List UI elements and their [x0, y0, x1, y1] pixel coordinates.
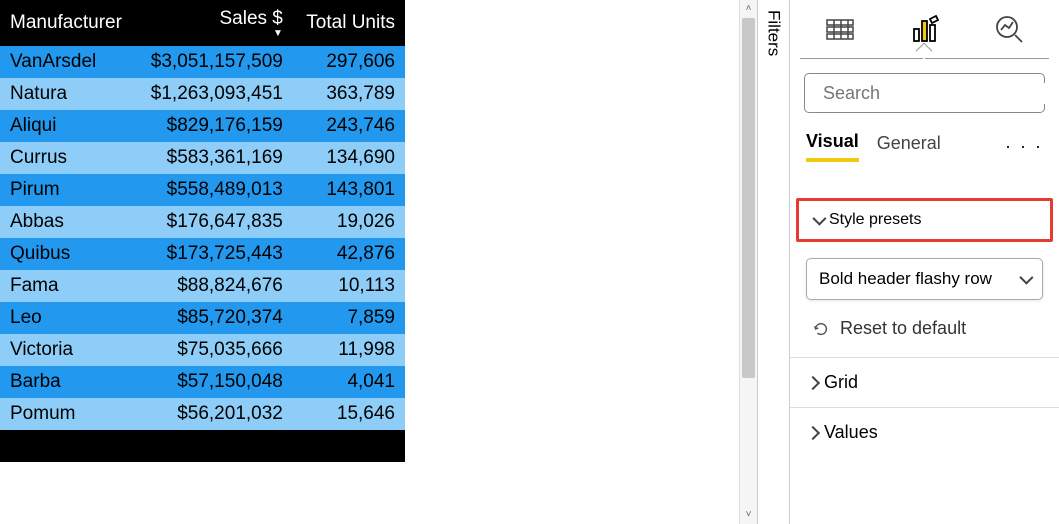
grid-label: Grid: [824, 372, 858, 393]
section-style-presets-highlight: Style presets: [796, 198, 1053, 242]
table-cell: $7,024,409,825: [136, 430, 293, 462]
table-cell: 363,789: [293, 78, 405, 110]
table-cell: Pirum: [0, 174, 136, 206]
col-sales[interactable]: Sales $ ▼: [136, 0, 293, 46]
reset-icon: [812, 320, 830, 338]
table-cell: $829,176,159: [136, 110, 293, 142]
table-cell: $583,361,169: [136, 142, 293, 174]
table-row[interactable]: Quibus$173,725,44342,876: [0, 238, 405, 270]
filters-label: Filters: [764, 10, 784, 56]
table-cell: 42,876: [293, 238, 405, 270]
table-cell: $1,263,093,451: [136, 78, 293, 110]
table-row[interactable]: Pomum$56,201,03215,646: [0, 398, 405, 430]
col-manufacturer[interactable]: Manufacturer: [0, 0, 136, 46]
dropdown-value: Bold header flashy row: [819, 269, 992, 289]
table-cell: Total: [0, 430, 136, 462]
table-cell: 15,646: [293, 398, 405, 430]
table-row[interactable]: Fama$88,824,67610,113: [0, 270, 405, 302]
data-table: Manufacturer Sales $ ▼ Total Units VanAr…: [0, 0, 405, 462]
table-cell: Currus: [0, 142, 136, 174]
table-cell: Barba: [0, 366, 136, 398]
table-cell: Aliqui: [0, 110, 136, 142]
table-row[interactable]: Barba$57,150,0484,041: [0, 366, 405, 398]
format-pane: Visual General · · · Style presets Bold …: [789, 0, 1059, 524]
chevron-right-icon: [806, 425, 820, 439]
filters-pane-collapsed[interactable]: Filters: [757, 0, 789, 524]
tab-more[interactable]: · · ·: [1005, 136, 1043, 157]
chevron-right-icon: [806, 375, 820, 389]
table-cell: 143,801: [293, 174, 405, 206]
style-preset-dropdown[interactable]: Bold header flashy row: [806, 258, 1043, 300]
active-tab-arrow: [916, 43, 933, 60]
table-cell: Victoria: [0, 334, 136, 366]
col-sales-label: Sales $: [220, 8, 283, 29]
fields-icon[interactable]: [820, 9, 860, 49]
table-cell: Natura: [0, 78, 136, 110]
table-row[interactable]: Natura$1,263,093,451363,789: [0, 78, 405, 110]
format-tabs: Visual General · · ·: [790, 121, 1059, 162]
table-cell: 7,859: [293, 302, 405, 334]
scrollbar[interactable]: ˄ ˅: [739, 0, 757, 524]
table-cell: Leo: [0, 302, 136, 334]
values-label: Values: [824, 422, 878, 443]
table-cell: 297,606: [293, 46, 405, 78]
reset-to-default[interactable]: Reset to default: [790, 308, 1059, 357]
tab-visual[interactable]: Visual: [806, 131, 859, 162]
table-cell: 19,026: [293, 206, 405, 238]
table-row[interactable]: Aliqui$829,176,159243,746: [0, 110, 405, 142]
table-cell: VanArsdel: [0, 46, 136, 78]
table-cell: $173,725,443: [136, 238, 293, 270]
table-cell: $57,150,048: [136, 366, 293, 398]
table-cell: 243,746: [293, 110, 405, 142]
search-input[interactable]: [823, 83, 1055, 104]
table-cell: Fama: [0, 270, 136, 302]
reset-label: Reset to default: [840, 318, 966, 339]
pane-tabs: [790, 0, 1059, 58]
table-cell: 134,690: [293, 142, 405, 174]
search-box[interactable]: [804, 73, 1045, 113]
table-cell: $558,489,013: [136, 174, 293, 206]
table-row[interactable]: Pirum$558,489,013143,801: [0, 174, 405, 206]
col-units[interactable]: Total Units: [293, 0, 405, 46]
table-cell: 11,998: [293, 334, 405, 366]
table-row[interactable]: VanArsdel$3,051,157,509297,606: [0, 46, 405, 78]
sort-desc-icon: ▼: [146, 30, 283, 38]
table-visual[interactable]: Manufacturer Sales $ ▼ Total Units VanAr…: [0, 0, 405, 524]
format-icon[interactable]: [904, 9, 944, 49]
scroll-down-icon[interactable]: ˅: [740, 506, 757, 524]
table-cell: 4,041: [293, 366, 405, 398]
section-style-presets[interactable]: Style presets: [813, 211, 1036, 229]
table-cell: $176,647,835: [136, 206, 293, 238]
chevron-down-icon: [812, 212, 826, 226]
table-cell: Pomum: [0, 398, 136, 430]
style-presets-label: Style presets: [829, 211, 921, 229]
canvas-gap: ˄ ˅: [405, 0, 757, 524]
table-cell: Quibus: [0, 238, 136, 270]
table-cell: $85,720,374: [136, 302, 293, 334]
table-cell: 10,113: [293, 270, 405, 302]
scroll-up-icon[interactable]: ˄: [740, 0, 757, 18]
table-cell: $75,035,666: [136, 334, 293, 366]
scroll-thumb[interactable]: [742, 18, 755, 378]
table-cell: $56,201,032: [136, 398, 293, 430]
table-row[interactable]: Currus$583,361,169134,690: [0, 142, 405, 174]
table-total-row: Total$7,024,409,8251,299,599: [0, 430, 405, 462]
chevron-down-icon: [1019, 271, 1033, 285]
table-row[interactable]: Abbas$176,647,83519,026: [0, 206, 405, 238]
tab-general[interactable]: General: [877, 133, 941, 160]
table-cell: 1,299,599: [293, 430, 405, 462]
table-row[interactable]: Leo$85,720,3747,859: [0, 302, 405, 334]
table-cell: $88,824,676: [136, 270, 293, 302]
section-values[interactable]: Values: [790, 407, 1059, 457]
table-cell: $3,051,157,509: [136, 46, 293, 78]
table-row[interactable]: Victoria$75,035,66611,998: [0, 334, 405, 366]
analytics-icon[interactable]: [989, 9, 1029, 49]
table-cell: Abbas: [0, 206, 136, 238]
section-grid[interactable]: Grid: [790, 357, 1059, 407]
